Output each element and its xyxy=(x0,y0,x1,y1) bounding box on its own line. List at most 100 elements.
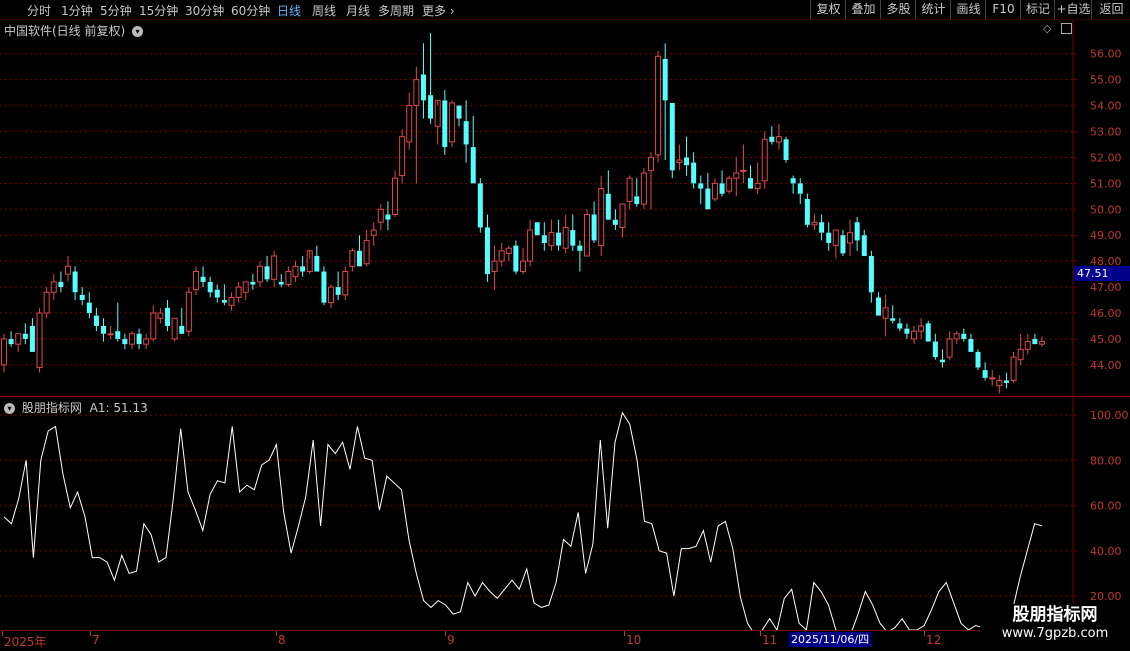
candle-body-up xyxy=(377,208,384,223)
toolbar-tab-6[interactable]: 60分钟 xyxy=(231,2,270,19)
candle-body-up xyxy=(185,291,192,332)
candle-body-down xyxy=(477,183,483,228)
candle-body-up xyxy=(399,136,406,177)
candle-body-up xyxy=(946,338,953,358)
candle xyxy=(306,250,313,275)
toolbar-button-9[interactable]: 返回 xyxy=(1091,0,1130,19)
candle xyxy=(128,331,135,350)
candle xyxy=(826,222,832,251)
candle xyxy=(647,152,654,210)
candle xyxy=(520,248,526,275)
candle-body-down xyxy=(58,281,64,288)
toolbar-button-8[interactable]: +自选 xyxy=(1054,0,1092,19)
candle-body-up xyxy=(498,250,505,262)
candle xyxy=(107,325,114,339)
toolbar-tab-5[interactable]: 30分钟 xyxy=(185,2,224,19)
candle-body-down xyxy=(86,302,92,314)
toolbar-button-6[interactable]: F10 xyxy=(985,0,1021,19)
candle xyxy=(904,323,910,339)
date-tick-mark xyxy=(445,631,446,636)
candle-body-down xyxy=(804,198,810,225)
date-tick-mark xyxy=(624,631,625,636)
toolbar-button-7[interactable]: 标记 xyxy=(1020,0,1055,19)
candle-body-up xyxy=(36,312,43,368)
candle-body-up xyxy=(918,325,925,332)
indicator-tick-label: 60.00 xyxy=(1090,500,1122,513)
candle xyxy=(961,328,967,342)
toolbar-tab-8[interactable]: 周线 xyxy=(312,2,336,19)
candle xyxy=(996,375,1003,394)
candle-body-down xyxy=(769,136,775,142)
toolbar-button-4[interactable]: 统计 xyxy=(915,0,951,19)
candle xyxy=(498,243,505,267)
candle xyxy=(513,240,519,275)
candle xyxy=(428,32,434,124)
indicator-tick-label: 80.00 xyxy=(1090,454,1122,467)
candle xyxy=(314,245,320,272)
toolbar-tab-11[interactable]: 更多 › xyxy=(422,2,455,19)
candle-body-up xyxy=(626,177,633,203)
candle xyxy=(534,222,540,236)
candle xyxy=(840,230,846,256)
toolbar-tab-4[interactable]: 15分钟 xyxy=(139,2,178,19)
candle-body-up xyxy=(448,102,455,143)
indicator-tick-label: 40.00 xyxy=(1090,545,1122,558)
candle-body-up xyxy=(328,286,335,304)
candle-body-down xyxy=(634,196,640,205)
candle xyxy=(72,266,78,301)
candle xyxy=(819,214,825,241)
candle xyxy=(29,318,35,352)
candle xyxy=(761,131,768,189)
candle xyxy=(911,325,918,345)
candle xyxy=(185,287,192,337)
candle-body-up xyxy=(491,260,498,273)
candle-body-up xyxy=(953,333,960,340)
candle-body-down xyxy=(684,157,690,166)
candle xyxy=(740,144,747,184)
toolbar-tab-7[interactable]: 日线 xyxy=(277,2,301,19)
candle-body-up xyxy=(235,286,242,298)
toolbar-button-3[interactable]: 多股 xyxy=(880,0,916,19)
price-tick-label: 56.00 xyxy=(1090,48,1122,61)
candle-body-up xyxy=(996,379,1003,387)
candle-body-down xyxy=(904,328,910,334)
candle xyxy=(79,287,85,306)
candle xyxy=(256,261,263,288)
candle xyxy=(527,219,534,267)
candle xyxy=(726,175,733,194)
candle-body-up xyxy=(413,79,420,107)
toolbar-button-2[interactable]: 叠加 xyxy=(845,0,881,19)
candle-body-up xyxy=(647,156,654,171)
candle xyxy=(271,250,278,288)
indicator-tick-label: 100.00 xyxy=(1090,409,1129,422)
toolbar-button-1[interactable]: 复权 xyxy=(810,0,846,19)
candle-body-down xyxy=(442,100,448,148)
toolbar-button-5[interactable]: 画线 xyxy=(950,0,986,19)
candle-body-up xyxy=(548,232,555,247)
candle-body-up xyxy=(740,169,747,172)
candle xyxy=(136,328,142,350)
candle-body-down xyxy=(484,227,490,275)
candle xyxy=(698,175,704,205)
candle xyxy=(413,66,420,184)
candle-body-down xyxy=(897,323,903,329)
candle-body-up xyxy=(342,271,349,296)
candle xyxy=(470,115,476,184)
price-tick-label: 55.00 xyxy=(1090,74,1122,87)
candle-body-up xyxy=(406,105,413,143)
toolbar-tab-2[interactable]: 1分钟 xyxy=(61,2,93,19)
toolbar-tab-3[interactable]: 5分钟 xyxy=(100,2,132,19)
toolbar-tab-10[interactable]: 多周期 xyxy=(378,2,414,19)
candle xyxy=(8,331,14,347)
date-tick-9: 9 xyxy=(447,633,455,647)
candle-body-up xyxy=(1017,348,1024,361)
candle xyxy=(868,250,874,303)
candle-body-down xyxy=(136,333,142,345)
candle-body-down xyxy=(264,266,270,280)
watermark: 股朋指标网 www.7gpzb.com xyxy=(980,604,1130,650)
candle-body-up xyxy=(520,260,526,273)
toolbar-tab-1[interactable]: 分时 xyxy=(27,2,51,19)
candle xyxy=(583,209,590,257)
toolbar-tab-9[interactable]: 月线 xyxy=(346,2,370,19)
candle xyxy=(598,175,605,256)
